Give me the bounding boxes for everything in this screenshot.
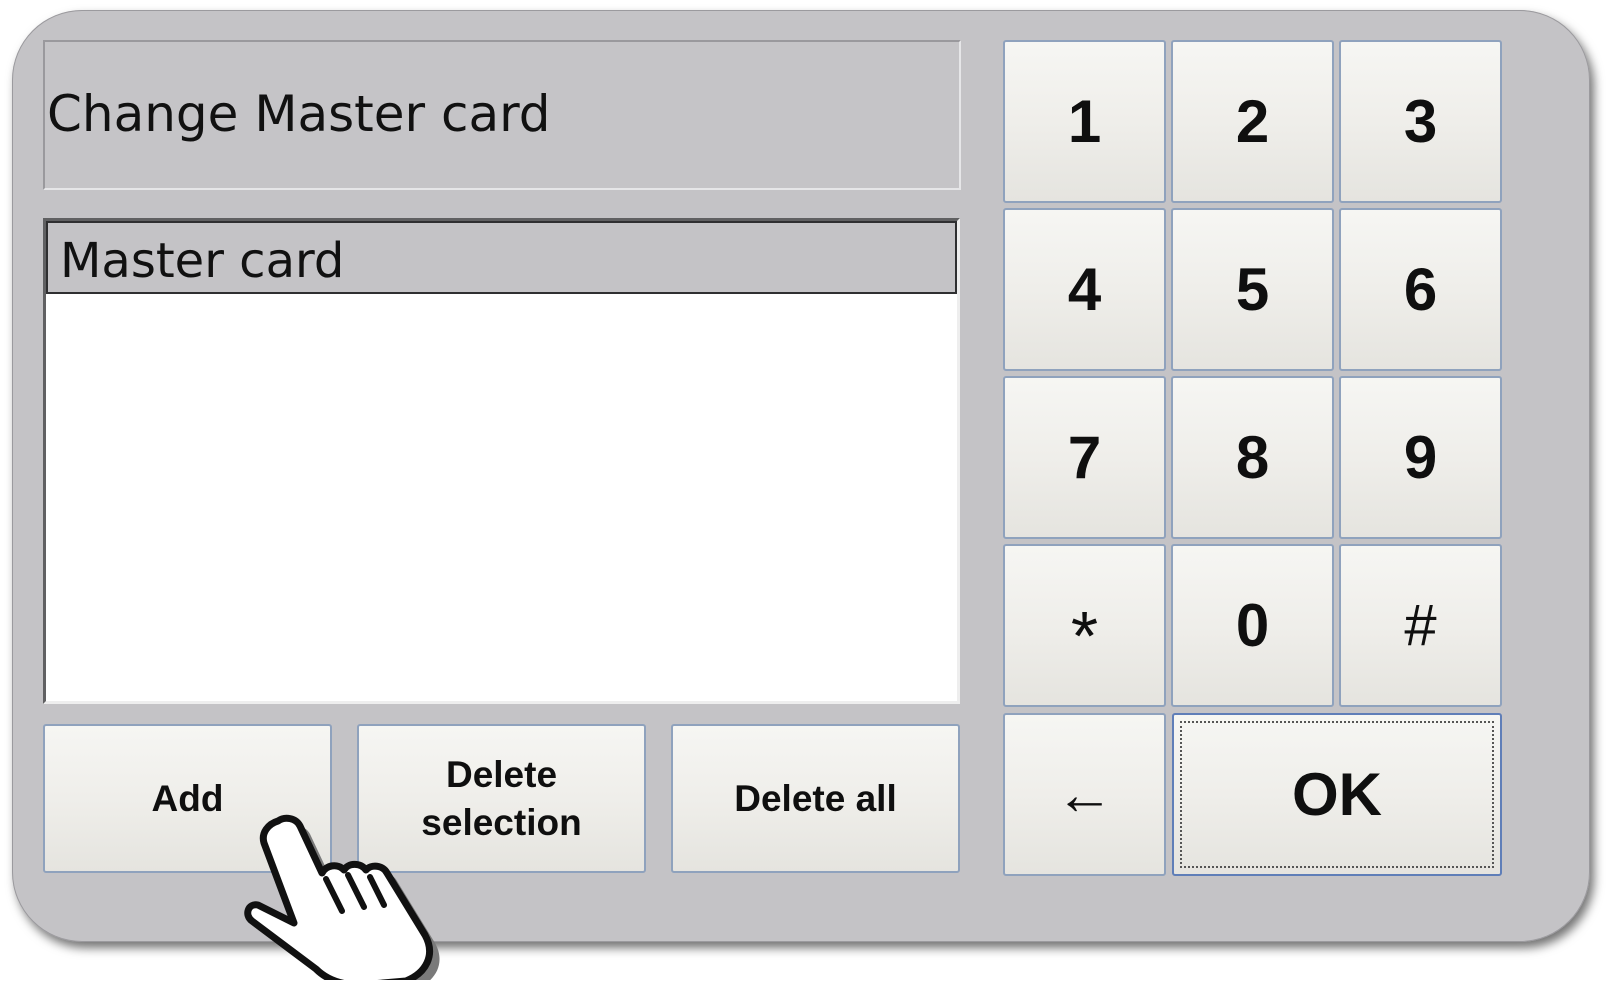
key-hash[interactable]: # xyxy=(1339,544,1502,707)
key-6[interactable]: 6 xyxy=(1339,208,1502,371)
page-title: Change Master card xyxy=(47,85,551,143)
backspace-button[interactable]: ← xyxy=(1003,713,1166,876)
key-8[interactable]: 8 xyxy=(1171,376,1334,539)
backspace-arrow-icon: ← xyxy=(1055,762,1114,827)
delete-selection-label: Delete selection xyxy=(421,753,582,843)
list-header[interactable]: Master card xyxy=(46,221,957,294)
hand-pointer-icon xyxy=(244,814,440,980)
delete-all-button[interactable]: Delete all xyxy=(671,724,960,873)
key-2[interactable]: 2 xyxy=(1171,40,1334,203)
list-header-label: Master card xyxy=(60,233,345,289)
key-star[interactable]: * xyxy=(1003,544,1166,707)
key-1[interactable]: 1 xyxy=(1003,40,1166,203)
key-4[interactable]: 4 xyxy=(1003,208,1166,371)
title-field: Change Master card xyxy=(43,40,961,190)
key-0[interactable]: 0 xyxy=(1171,544,1334,707)
ok-button[interactable]: OK xyxy=(1172,713,1502,876)
key-7[interactable]: 7 xyxy=(1003,376,1166,539)
key-5[interactable]: 5 xyxy=(1171,208,1334,371)
master-card-list[interactable]: Master card xyxy=(43,218,960,704)
master-card-dialog: Change Master card Master card Add Delet… xyxy=(12,10,1590,942)
ok-button-label: OK xyxy=(1292,761,1382,828)
add-button-label: Add xyxy=(151,777,224,819)
delete-all-label: Delete all xyxy=(734,777,897,819)
key-9[interactable]: 9 xyxy=(1339,376,1502,539)
key-3[interactable]: 3 xyxy=(1339,40,1502,203)
